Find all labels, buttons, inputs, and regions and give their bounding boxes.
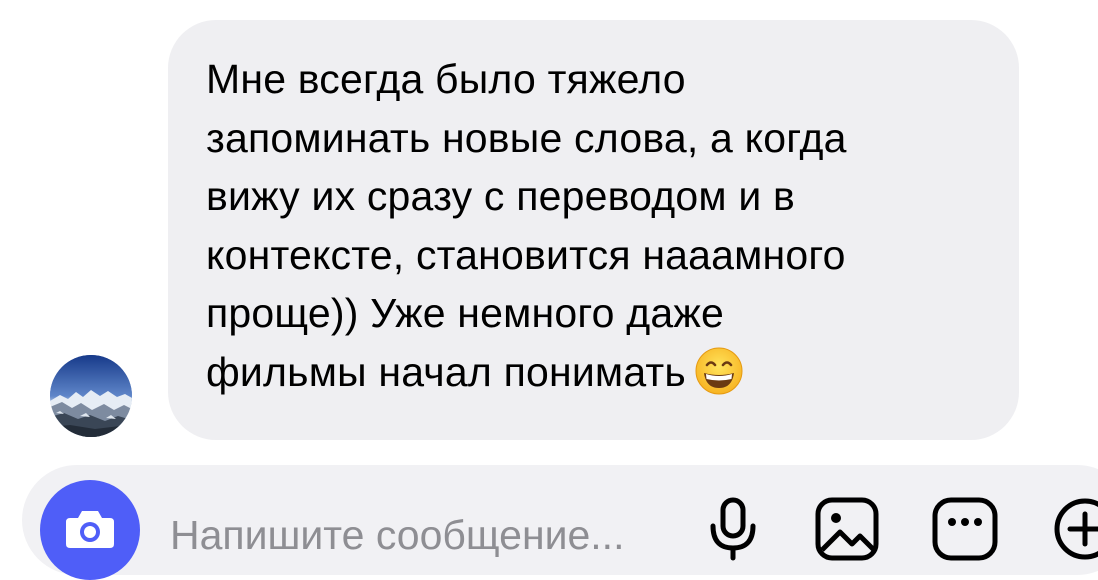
gallery-button[interactable] [812, 492, 882, 562]
more-icon [932, 497, 998, 561]
gallery-icon [815, 497, 879, 561]
message-line: контексте, становится нааамного [206, 231, 846, 278]
camera-icon [66, 511, 114, 548]
incoming-message-bubble[interactable]: Мне всегда было тяжело запоминать новые … [168, 20, 1019, 440]
microphone-button[interactable] [698, 492, 768, 562]
mountain-landscape-image [50, 355, 132, 437]
sender-avatar[interactable] [50, 355, 132, 437]
message-last-line: фильмы начал понимать [206, 343, 999, 402]
message-line: запоминать новые слова, а когда [206, 114, 847, 161]
message-line: вижу их сразу с переводом и в [206, 173, 796, 219]
message-input[interactable] [170, 505, 670, 565]
more-button[interactable] [930, 492, 1000, 562]
message-line: Мне всегда было тяжело [206, 56, 686, 102]
add-button[interactable] [1050, 492, 1098, 562]
grinning-face-emoji-icon [694, 346, 744, 396]
message-text: Мне всегда было тяжело запоминать новые … [206, 50, 999, 401]
microphone-icon [710, 497, 756, 561]
message-line: проще)) Уже немного даже [206, 290, 724, 336]
message-line: фильмы начал понимать [206, 348, 686, 395]
add-icon [1054, 498, 1098, 560]
camera-button[interactable] [40, 480, 140, 580]
